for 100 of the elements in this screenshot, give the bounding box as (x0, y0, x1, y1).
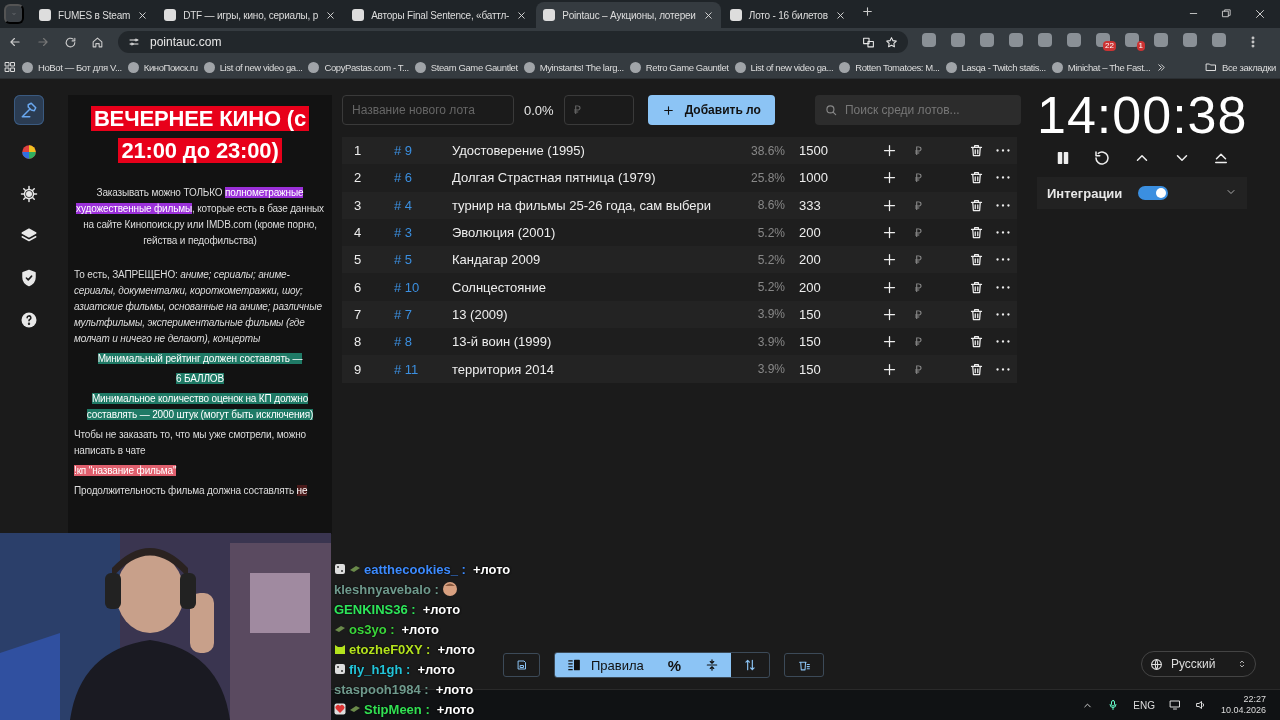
lot-id: # 3 (393, 225, 414, 241)
trash-icon (968, 306, 984, 322)
favicon-icon (164, 9, 177, 21)
lot-amount[interactable]: 1000 (785, 170, 877, 186)
lot-index: 4 (353, 225, 363, 241)
lot-name[interactable]: территория 2014 (452, 361, 745, 377)
currency-button[interactable]: ₽ (905, 142, 931, 160)
close-icon (516, 9, 528, 21)
close-icon (834, 9, 846, 21)
plus-icon (881, 252, 897, 268)
currency-button[interactable]: ₽ (905, 333, 931, 351)
sidebar-item[interactable] (14, 95, 44, 125)
bookmark[interactable]: CopyPastas.com - T... (308, 61, 409, 73)
bookmark[interactable]: Retro Game Gauntlet (629, 61, 729, 73)
clock[interactable]: 22:27 10.04.2026 (1220, 694, 1266, 716)
lot-name[interactable]: Солнцестояние (452, 279, 745, 295)
percent-label: 0.0% (524, 102, 554, 118)
currency-button[interactable]: ₽ (905, 251, 931, 269)
bookmark[interactable]: Rotten Tomatoes: M... (839, 61, 940, 73)
rules-button[interactable]: Правила (555, 653, 656, 677)
close-icon (325, 9, 337, 21)
reload-icon (64, 35, 77, 49)
settings-icon (20, 185, 38, 203)
compress-button[interactable] (693, 653, 732, 677)
chat-username: GENKINS36 : (334, 601, 416, 617)
lot-name[interactable]: Эволюция (2001) (452, 225, 745, 241)
browser-tab[interactable]: DTF — игры, кино, сериалы, р (157, 2, 344, 28)
lot-name[interactable]: турнир на фильмы 25-26 года, сам выбери (452, 197, 745, 213)
input-language[interactable]: ENG (1133, 699, 1155, 711)
lot-name-field[interactable]: Название нового лота (342, 95, 514, 125)
lot-name[interactable]: Долгая Страстная пятница (1979) (452, 170, 745, 186)
chat-message: +лото (435, 681, 474, 697)
lot-id: # 9 (393, 143, 414, 159)
bookmark[interactable]: Myinstants! The larg... (523, 61, 624, 73)
forward-icon (36, 35, 50, 49)
address-bar[interactable]: pointauc.com (118, 31, 908, 53)
clear-button[interactable] (784, 653, 825, 677)
amount-field[interactable]: ₽ (563, 95, 634, 125)
lot-index: 5 (353, 252, 363, 268)
lot-amount[interactable]: 200 (785, 279, 877, 295)
lot-amount[interactable]: 150 (785, 306, 877, 322)
lot-amount[interactable]: 200 (785, 225, 877, 241)
timer: 14:00:38 (1037, 85, 1247, 145)
browser-tab[interactable]: Pointauc – Аукционы, лотереи (536, 2, 721, 28)
favicon-icon (729, 9, 742, 21)
save-button[interactable] (503, 653, 540, 677)
more-icon (996, 176, 1010, 180)
bookmark[interactable]: List of new video ga... (203, 61, 303, 73)
lot-name[interactable]: Удостоверение (1995) (452, 143, 745, 159)
currency-button[interactable]: ₽ (905, 224, 931, 242)
currency-button[interactable]: ₽ (905, 278, 931, 296)
all-bookmarks[interactable]: Все закладки (1205, 61, 1276, 73)
browser-tab[interactable]: Авторы Final Sentence, «баттл- (345, 2, 535, 28)
lot-index: 7 (353, 306, 363, 322)
browser-tab[interactable]: Лото - 16 билетов (722, 2, 853, 28)
chat-username: eatthecookies_ : (364, 561, 466, 577)
lot-amount[interactable]: 200 (785, 252, 877, 268)
lot-name[interactable]: 13-й воин (1999) (452, 334, 745, 350)
trash-icon (968, 252, 984, 268)
chat-username: kleshnyavebalo : (334, 581, 439, 597)
currency-button[interactable]: ₽ (905, 360, 931, 378)
close-icon (1254, 8, 1266, 20)
lot-name[interactable]: Кандагар 2009 (452, 252, 745, 268)
lot-percent: 3.9% (756, 307, 785, 322)
rules-paragraph: То есть, ЗАПРЕЩЕНО: аниме; сериалы; аниме-сериалы, документалки, короткометражки, шоу; азиатские фильмы, основанные на аниме; различные мультфильмы, экспериментальные фильмы (где молчат и ничего не делают), концерты (74, 268, 323, 346)
more-icon (996, 258, 1010, 262)
search-field[interactable]: Поиск среди лотов... (814, 95, 1021, 125)
plus-icon (881, 225, 897, 241)
tab-list-button[interactable] (4, 4, 24, 24)
bookmark[interactable]: Lasqa - Twitch statis... (945, 61, 1046, 73)
trash-icon (968, 279, 984, 295)
lot-amount[interactable]: 150 (785, 361, 877, 377)
bookmark[interactable]: КиноПоиск.ru (127, 61, 198, 73)
bookmark[interactable]: НоBot — Бот для V... (22, 61, 122, 73)
lot-id: # 4 (393, 197, 414, 213)
add-lot-button[interactable]: Добавить ло (647, 95, 775, 125)
cat-icon (334, 643, 346, 655)
lot-amount[interactable]: 333 (785, 197, 877, 213)
lot-amount[interactable]: 150 (785, 334, 877, 350)
more-icon (996, 367, 1010, 371)
lot-name[interactable]: 13 (2009) (452, 306, 745, 322)
trash-icon (968, 143, 984, 159)
plus-icon (881, 143, 897, 159)
percent-button[interactable]: % (655, 653, 694, 677)
currency-button[interactable]: ₽ (905, 305, 931, 323)
bookmark[interactable]: Minichat – The Fast... (1051, 61, 1151, 73)
star-icon (885, 35, 898, 49)
bookmark[interactable]: List of new video ga... (734, 61, 834, 73)
home-icon (91, 35, 104, 49)
globe-icon (1150, 657, 1163, 671)
plus-icon (661, 103, 675, 117)
currency-button[interactable]: ₽ (905, 169, 931, 187)
lot-percent: 5.2% (756, 280, 785, 295)
lot-amount[interactable]: 1500 (785, 143, 877, 159)
bookmark[interactable]: Steam Game Gauntlet (414, 61, 518, 73)
favicon-icon (39, 9, 51, 21)
currency-button[interactable]: ₽ (905, 196, 931, 214)
integrations-toggle[interactable] (1138, 186, 1169, 200)
trash-icon (968, 225, 984, 241)
browser-tab[interactable]: FUMES в Steam (32, 2, 156, 28)
